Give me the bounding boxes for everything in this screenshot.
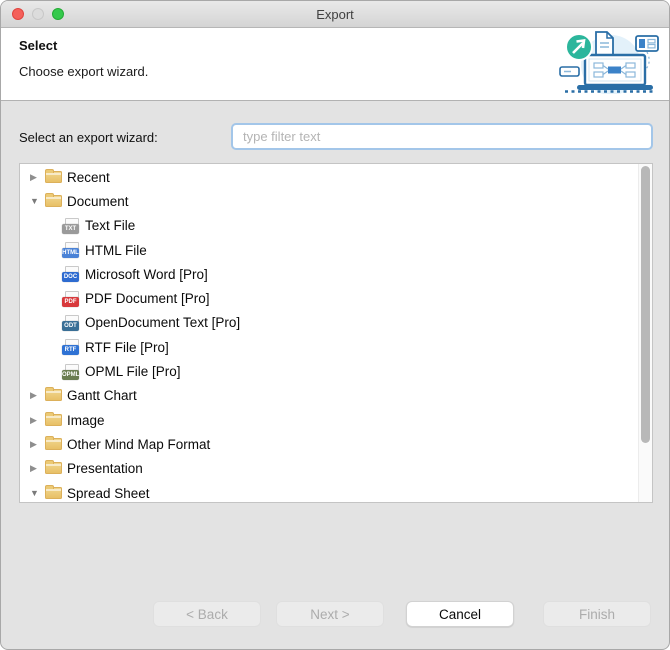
tree-item-label: Document [67, 194, 129, 209]
tree-item-label: OPML File [Pro] [85, 364, 181, 379]
disclosure-triangle-icon[interactable]: ▼ [30, 196, 45, 206]
tree-item-label: Spread Sheet [67, 486, 150, 501]
txt-file-icon: TXT [62, 218, 80, 234]
folder-icon [45, 438, 62, 450]
tree-item-label: Gantt Chart [67, 388, 137, 403]
tree-item[interactable]: ▶ Other Mind Map Format [20, 432, 638, 456]
tree-item-label: Recent [67, 170, 110, 185]
tree-item-label: Presentation [67, 461, 143, 476]
tree-item[interactable]: ODT OpenDocument Text [Pro] [20, 311, 638, 335]
rtf-file-icon: RTF [62, 339, 80, 355]
window-title: Export [1, 1, 669, 28]
html-file-icon: HTML [62, 242, 80, 258]
folder-icon [45, 171, 62, 183]
tree-item[interactable]: ▶ Image [20, 408, 638, 432]
odt-file-icon: ODT [62, 315, 80, 331]
tree-item-label: OpenDocument Text [Pro] [85, 315, 240, 330]
tree-item-label: Microsoft Word [Pro] [85, 267, 208, 282]
tree-list: ▶ Recent ▼ Document TXT Text File HTML H… [20, 165, 638, 503]
folder-icon [45, 462, 62, 474]
tree-item[interactable]: ▶ Gantt Chart [20, 384, 638, 408]
disclosure-triangle-icon[interactable]: ▶ [30, 390, 45, 401]
tree-item[interactable]: ▶ Presentation [20, 457, 638, 481]
tree-item[interactable]: ▶ Recent [20, 165, 638, 189]
folder-icon [45, 414, 62, 426]
export-wizard-tree: ▶ Recent ▼ Document TXT Text File HTML H… [19, 163, 653, 503]
opml-file-icon: OPML [62, 364, 80, 380]
scrollbar-track[interactable] [638, 164, 652, 502]
tree-item[interactable]: RTF RTF File [Pro] [20, 335, 638, 359]
filter-label: Select an export wizard: [19, 130, 158, 145]
tree-item-label: Other Mind Map Format [67, 437, 210, 452]
disclosure-triangle-icon[interactable]: ▶ [30, 172, 45, 183]
tree-item[interactable]: ▼ Spread Sheet [20, 481, 638, 503]
export-mindmap-illustration-icon [559, 30, 661, 94]
pdf-file-icon: PDF [62, 291, 80, 307]
next-button[interactable]: Next > [276, 601, 384, 627]
disclosure-triangle-icon[interactable]: ▶ [30, 439, 45, 450]
doc-file-icon: DOC [62, 266, 80, 282]
wizard-header: Select Choose export wizard. [1, 28, 669, 101]
export-dialog: Export Select Choose export wizard. [0, 0, 670, 650]
folder-icon [45, 195, 62, 207]
folder-icon [45, 389, 62, 401]
tree-item-label: PDF Document [Pro] [85, 291, 210, 306]
folder-icon [45, 487, 62, 499]
page-subtitle: Choose export wizard. [19, 64, 148, 79]
page-title: Select [19, 38, 57, 53]
tree-item[interactable]: PDF PDF Document [Pro] [20, 286, 638, 310]
tree-item[interactable]: TXT Text File [20, 214, 638, 238]
tree-item-label: RTF File [Pro] [85, 340, 169, 355]
disclosure-triangle-icon[interactable]: ▶ [30, 463, 45, 474]
tree-item[interactable]: OPML OPML File [Pro] [20, 359, 638, 383]
tree-item-label: Image [67, 413, 105, 428]
tree-item[interactable]: DOC Microsoft Word [Pro] [20, 262, 638, 286]
tree-item-label: HTML File [85, 243, 147, 258]
finish-button[interactable]: Finish [543, 601, 651, 627]
tree-item[interactable]: HTML HTML File [20, 238, 638, 262]
back-button[interactable]: < Back [153, 601, 261, 627]
tree-item-label: Text File [85, 218, 135, 233]
filter-input[interactable] [231, 123, 653, 150]
tree-item[interactable]: ▼ Document [20, 189, 638, 213]
disclosure-triangle-icon[interactable]: ▼ [30, 488, 45, 498]
scrollbar-thumb[interactable] [641, 166, 650, 443]
cancel-button[interactable]: Cancel [406, 601, 514, 627]
disclosure-triangle-icon[interactable]: ▶ [30, 415, 45, 426]
title-bar[interactable]: Export [1, 1, 669, 28]
